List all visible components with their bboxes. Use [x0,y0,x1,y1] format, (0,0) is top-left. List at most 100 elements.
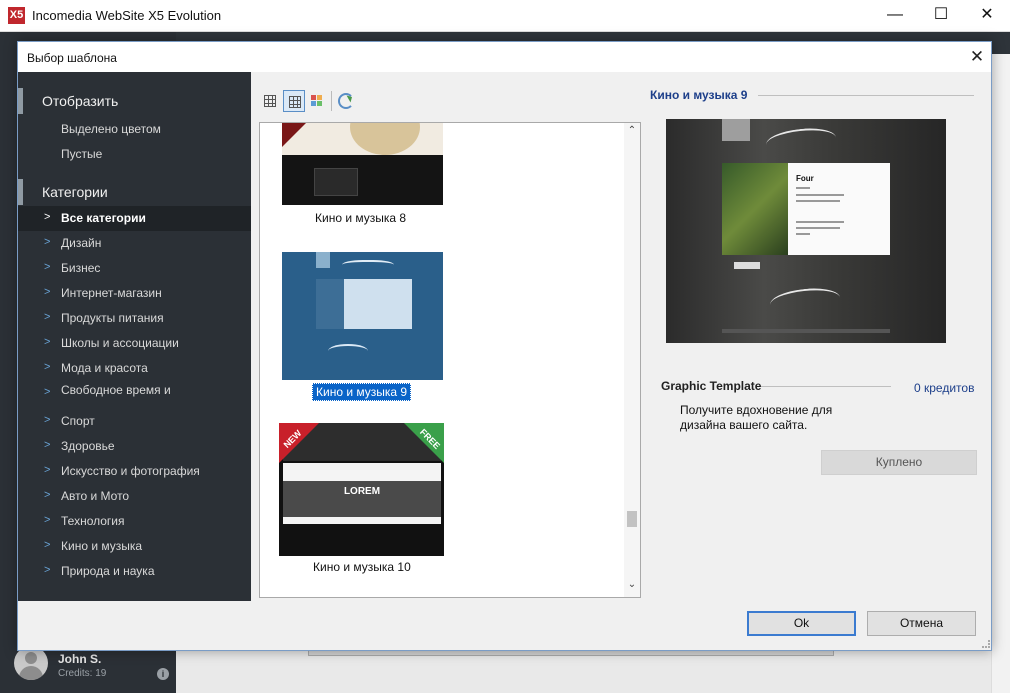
template-caption-selected: Кино и музыка 9 [312,383,412,401]
category-label: Технология [61,514,125,528]
refresh-icon[interactable] [338,93,354,109]
category-label: Свободное время и [61,383,171,397]
resize-grip-icon[interactable] [982,640,990,648]
scroll-thumb[interactable] [627,511,637,527]
preview-card-heading: Four [796,174,814,183]
category-label: Школы и ассоциации [61,336,179,350]
color-grid-icon [311,95,323,107]
category-item[interactable]: > Бизнес [18,256,251,281]
category-label: Мода и красота [61,361,148,375]
category-item[interactable]: > Мода и красота [18,356,251,381]
category-label: Природа и наука [61,564,155,578]
app-title: Incomedia WebSite X5 Evolution [32,8,222,23]
template-description: Получите вдохновение для дизайна вашего … [680,403,833,432]
category-label: Интернет-магазин [61,286,162,300]
scroll-up-arrow-icon[interactable]: ⌃ [626,125,638,139]
dialog-title: Выбор шаблона [27,51,117,65]
category-item[interactable]: > Природа и наука [18,559,251,584]
chevron-right-icon: > [44,211,51,223]
template-thumbnail[interactable] [282,123,443,205]
category-label: Кино и музыка [61,539,143,553]
chevron-right-icon: > [44,286,51,298]
grid-small-icon [264,95,276,107]
category-item[interactable]: > Интернет-магазин [18,281,251,306]
preview-title: Кино и музыка 9 [650,88,748,102]
maximize-button[interactable]: ☐ [918,0,964,32]
minimize-button[interactable]: — [872,0,918,32]
divider [758,95,974,96]
preview-image: Four [666,119,946,343]
ok-button[interactable]: Ok [747,611,856,636]
category-label: Искусство и фотография [61,464,200,478]
divider [761,386,891,387]
avatar[interactable] [14,646,48,680]
chevron-right-icon: > [44,311,51,323]
section-bar [18,179,23,205]
category-item[interactable]: > Технология [18,509,251,534]
categories-section-header: Категории [18,179,251,205]
category-item[interactable]: > Школы и ассоциации [18,331,251,356]
view-toolbar [259,90,359,114]
chevron-right-icon: > [44,564,51,576]
categories-header-label: Категории [42,184,108,200]
dialog-close-button[interactable]: ✕ [966,46,988,68]
category-item[interactable]: > Кино и музыка [18,534,251,559]
display-filter-highlighted[interactable]: Выделено цветом [61,122,161,136]
chevron-right-icon: > [44,261,51,273]
category-item[interactable]: > Искусство и фотография [18,459,251,484]
template-thumbnail[interactable] [282,252,443,380]
template-credits: 0 кредитов [914,381,975,395]
template-picker-dialog: Выбор шаблона ✕ Отобразить Выделено цвет… [17,41,992,651]
chevron-right-icon: > [44,336,51,348]
category-panel: Отобразить Выделено цветом Пустые Катего… [18,72,251,601]
chevron-right-icon: > [44,514,51,526]
display-header-label: Отобразить [42,93,119,109]
scroll-down-arrow-icon[interactable]: ⌄ [626,579,638,593]
template-list[interactable]: Кино и музыка 8 Кино и музыка 9 LOREM NE… [259,122,641,598]
user-name: John S. [58,652,102,666]
category-list: > Все категории > Дизайн > Бизнес > Интернет-ма… [18,206,251,584]
category-item[interactable]: > Дизайн [18,231,251,256]
category-item[interactable]: > Здоровье [18,434,251,459]
app-close-button[interactable]: ✕ [964,0,1010,32]
app-logo-icon: X5 [8,7,25,24]
info-icon[interactable]: i [157,668,169,680]
chevron-right-icon: > [44,236,51,248]
bought-button: Куплено [821,450,977,475]
category-label: Дизайн [61,236,102,250]
view-large-grid-button[interactable] [283,90,305,112]
display-section-header: Отобразить [18,88,251,114]
template-thumbnail[interactable]: LOREM NEW FREE [279,423,444,556]
dialog-titlebar: Выбор шаблона ✕ [18,42,991,72]
chevron-right-icon: > [44,414,51,426]
chevron-right-icon: > [44,539,51,551]
template-caption: Кино и музыка 10 [313,560,411,574]
section-bar [18,88,23,114]
category-label: Авто и Мото [61,489,130,503]
view-small-grid-button[interactable] [259,90,281,112]
category-item[interactable]: > Спорт [18,409,251,434]
view-color-grid-button[interactable] [306,90,328,112]
chevron-right-icon: > [44,386,51,398]
display-filter-empty[interactable]: Пустые [61,147,102,161]
category-item[interactable]: > Авто и Мото [18,484,251,509]
chevron-right-icon: > [44,489,51,501]
category-label: Бизнес [61,261,101,275]
user-credits: Credits: 19 [58,668,107,679]
thumbnail-banner-text: LOREM [283,481,441,517]
category-label: Здоровье [61,439,115,453]
cancel-button[interactable]: Отмена [867,611,976,636]
category-item[interactable]: > Продукты питания [18,306,251,331]
grid-large-icon [289,96,301,108]
category-label: Спорт [61,414,95,428]
template-type-label: Graphic Template [661,379,762,393]
category-label: Продукты питания [61,311,164,325]
chevron-right-icon: > [44,439,51,451]
category-label: Все категории [61,211,146,225]
list-scrollbar[interactable]: ⌃ ⌄ [624,123,640,597]
app-titlebar: X5 Incomedia WebSite X5 Evolution — ☐ ✕ [0,0,1010,32]
category-item[interactable]: > Свободное время и [18,381,251,406]
chevron-right-icon: > [44,361,51,373]
template-caption: Кино и музыка 8 [315,211,407,225]
category-item[interactable]: > Все категории [18,206,251,231]
